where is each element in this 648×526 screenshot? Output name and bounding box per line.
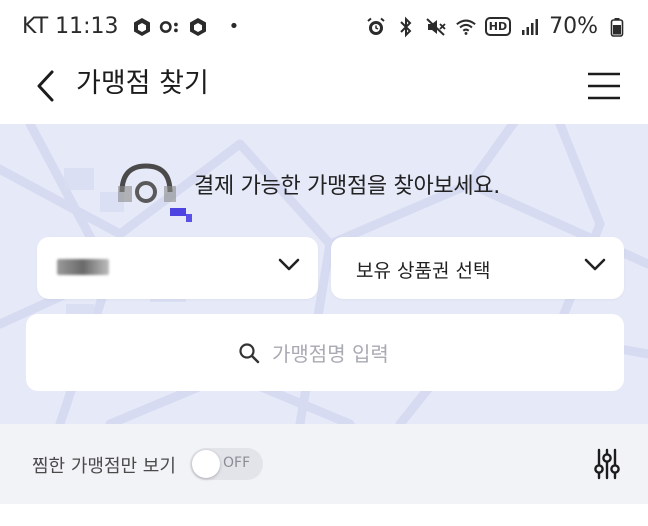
search-placeholder: 가맹점명 입력	[272, 342, 389, 366]
status-right: HD 70%	[365, 14, 628, 39]
favorites-only-label: 찜한 가맹점만 보기	[32, 456, 176, 477]
link-icon	[159, 16, 181, 38]
search-icon	[239, 342, 260, 363]
content-area	[0, 504, 648, 526]
status-notification-icons	[131, 16, 209, 38]
filter-settings-button[interactable]	[592, 446, 622, 482]
hero-headline: 결제 가능한 가맹점을 찾아보세요.	[194, 174, 500, 199]
battery-percent: 70%	[549, 14, 598, 39]
app-header: 가맹점 찾기	[0, 56, 648, 124]
back-button[interactable]	[26, 66, 66, 106]
search-hero: 결제 가능한 가맹점을 찾아보세요. 보유 상품권 선택 가맹점명 입력	[0, 124, 648, 424]
wifi-icon	[455, 16, 477, 38]
search-inner: 가맹점명 입력	[238, 338, 389, 367]
voucher-select[interactable]: 보유 상품권 선택	[331, 237, 624, 299]
favorites-only-toggle[interactable]: OFF	[190, 448, 263, 480]
alarm-icon	[365, 16, 387, 38]
toggle-knob	[192, 450, 220, 478]
location-pin-icon	[112, 162, 200, 226]
app-notification-icon	[131, 16, 153, 38]
status-bar: KT 11:13 • HD 70%	[0, 0, 648, 56]
page-title: 가맹점 찾기	[76, 68, 209, 99]
sliders-icon	[594, 448, 620, 480]
voucher-select-label: 보유 상품권 선택	[356, 260, 491, 282]
status-dot: •	[228, 16, 240, 37]
chevron-down-icon	[278, 258, 300, 271]
carrier-time: KT 11:13	[22, 14, 119, 39]
status-left: KT 11:13 •	[22, 14, 239, 39]
bluetooth-icon	[395, 16, 417, 38]
signal-icon	[519, 16, 541, 38]
toggle-state-label: OFF	[223, 455, 251, 471]
region-select[interactable]	[37, 237, 318, 299]
region-value-redacted	[57, 259, 109, 275]
filter-bar: 찜한 가맹점만 보기 OFF	[0, 424, 648, 504]
hamburger-menu-icon	[588, 72, 620, 100]
hd-icon: HD	[484, 17, 512, 36]
chevron-down-icon	[584, 258, 606, 271]
chevron-left-icon	[37, 70, 54, 102]
battery-icon	[606, 16, 628, 38]
menu-button[interactable]	[584, 66, 624, 106]
merchant-search-input[interactable]: 가맹점명 입력	[26, 314, 624, 391]
app-notification-icon	[187, 16, 209, 38]
mute-icon	[425, 16, 447, 38]
